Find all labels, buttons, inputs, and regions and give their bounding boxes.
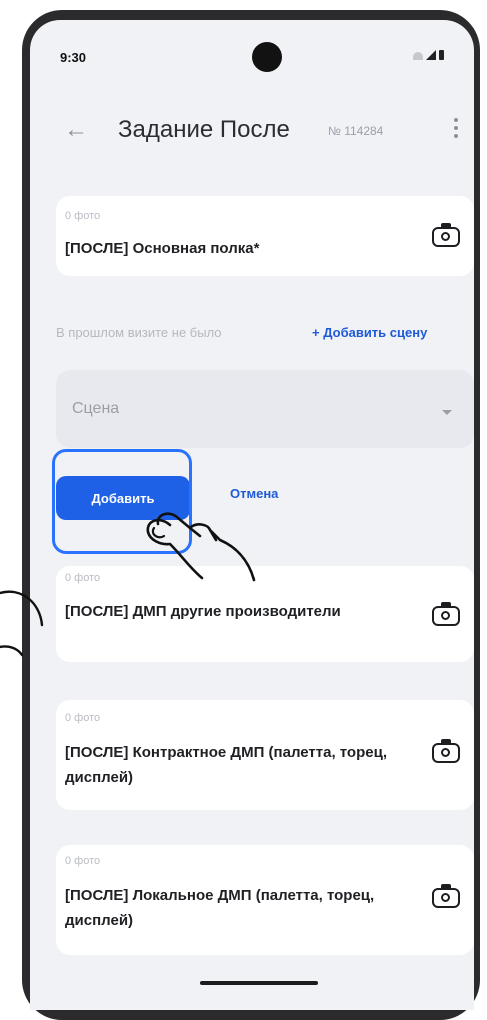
- scene-select[interactable]: Сцена: [56, 370, 474, 448]
- photo-count: 0 фото: [65, 712, 101, 724]
- add-scene-link[interactable]: + Добавить сцену: [312, 325, 427, 340]
- photo-count: 0 фото: [65, 210, 101, 222]
- camera-icon[interactable]: [432, 884, 460, 908]
- back-arrow-icon[interactable]: ←: [64, 118, 88, 142]
- scene-card[interactable]: 0 фото [ПОСЛЕ] Локальное ДМП (палетта, т…: [56, 845, 474, 955]
- scene-card-title: [ПОСЛЕ] ДМП другие производители: [65, 603, 341, 620]
- more-vert-icon[interactable]: [454, 118, 458, 138]
- home-indicator[interactable]: [200, 981, 318, 985]
- app-bar: ← Задание После № 114284: [30, 102, 474, 162]
- camera-icon[interactable]: [432, 602, 460, 626]
- scene-card[interactable]: 0 фото [ПОСЛЕ] Основная полка*: [56, 196, 474, 276]
- task-number: № 114284: [328, 124, 384, 138]
- scene-card-title: [ПОСЛЕ] Контрактное ДМП (палетта, торец,…: [65, 744, 387, 786]
- previous-visit-row: В прошлом визите не было + Добавить сцен…: [56, 322, 474, 346]
- scene-card[interactable]: 0 фото [ПОСЛЕ] Контрактное ДМП (палетта,…: [56, 700, 474, 810]
- cancel-button[interactable]: Отмена: [230, 486, 278, 501]
- scene-select-label: Сцена: [72, 400, 120, 417]
- page-title: Задание После: [118, 116, 290, 143]
- camera-icon[interactable]: [432, 223, 460, 247]
- photo-count: 0 фото: [65, 855, 101, 867]
- photo-count: 0 фото: [65, 572, 101, 584]
- camera-icon[interactable]: [432, 739, 460, 763]
- add-button[interactable]: Добавить: [56, 476, 190, 520]
- scene-card[interactable]: 0 фото [ПОСЛЕ] ДМП другие производители: [56, 566, 474, 662]
- chevron-down-icon: [442, 410, 452, 415]
- scene-card-title: [ПОСЛЕ] Локальное ДМП (палетта, торец, д…: [65, 887, 375, 929]
- previous-visit-text: В прошлом визите не было: [56, 325, 222, 340]
- scene-card-title: [ПОСЛЕ] Основная полка*: [65, 240, 260, 257]
